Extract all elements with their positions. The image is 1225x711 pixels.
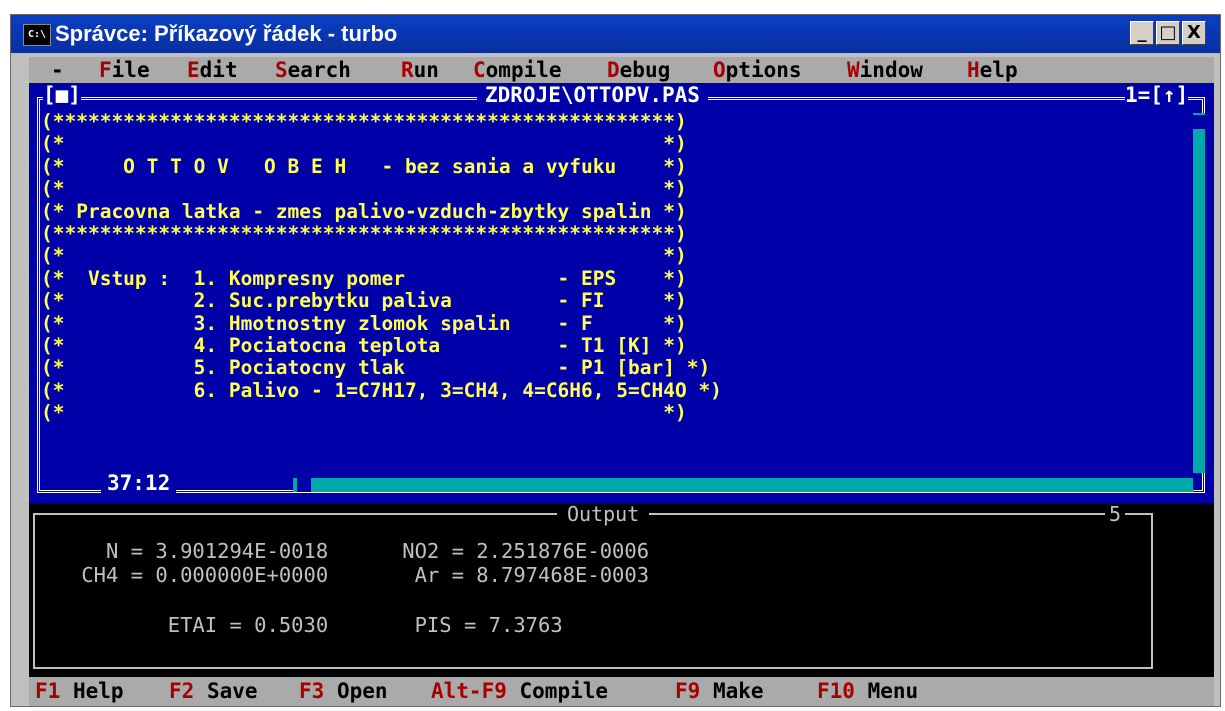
- command-prompt-icon[interactable]: C:\: [23, 24, 51, 46]
- menu-debug-hotkey: D: [607, 58, 620, 82]
- menu-compile-hotkey: C: [473, 58, 486, 82]
- menu-run-label: un: [413, 58, 439, 82]
- output-title: Output: [557, 503, 650, 525]
- minimize-button[interactable]: _: [1130, 21, 1154, 45]
- code-line: (* *): [41, 132, 687, 156]
- vertical-scroll-thumb[interactable]: [1193, 115, 1205, 129]
- status-bar: F1 Help F2 Save F3 Open Alt-F9 Compile F…: [29, 677, 1214, 706]
- menu-options-label: ptions: [725, 58, 802, 82]
- code-line: (* O T T O V O B E H - bez sania a vyfuk…: [41, 154, 687, 178]
- cursor-position: 37:12: [101, 471, 177, 495]
- status-label: Menu: [867, 679, 919, 703]
- maximize-button[interactable]: □: [1156, 21, 1180, 45]
- menu-file-label: ile: [111, 58, 150, 82]
- output-line: CH4 = 0.000000E+0000 Ar = 8.797468E-0003: [69, 563, 650, 587]
- menu-window-hotkey: W: [847, 58, 860, 82]
- output-line: N = 3.901294E-0018 NO2 = 2.251876E-0006: [69, 539, 650, 563]
- editor-window[interactable]: [■] ZDROJE\OTTOPV.PAS 1=[↑] (***********…: [29, 83, 1214, 503]
- status-altf9-compile[interactable]: Alt-F9 Compile: [431, 677, 608, 706]
- menu-compile-label: ompile: [485, 58, 562, 82]
- output-window[interactable]: Output 5 N = 3.901294E-0018 NO2 = 2.2518…: [29, 503, 1214, 677]
- menu-options-hotkey: O: [713, 58, 726, 82]
- code-line: (* Pracovna latka - zmes palivo-vzduch-z…: [41, 199, 687, 223]
- code-line: (* 3. Hmotnostny zlomok spalin - F *): [41, 311, 687, 335]
- menu-debug-label: ebug: [619, 58, 671, 82]
- status-label: Save: [206, 679, 258, 703]
- code-line: (***************************************…: [41, 222, 687, 246]
- status-f3-open[interactable]: F3 Open: [299, 677, 388, 706]
- menu-search-hotkey: S: [275, 58, 288, 82]
- code-line: (***************************************…: [41, 110, 687, 133]
- menu-search[interactable]: Search: [275, 57, 351, 83]
- output-line: ETAI = 0.5030 PIS = 7.3763: [69, 613, 563, 637]
- menu-file-hotkey: F: [99, 58, 112, 82]
- turbo-pascal-screen: - File Edit Search Run Compile Debug Opt…: [29, 57, 1214, 706]
- status-key: F3: [299, 679, 325, 703]
- status-f9-make[interactable]: F9 Make: [675, 677, 764, 706]
- editor-filename: ZDROJE\OTTOPV.PAS: [477, 83, 708, 107]
- status-key: F9: [675, 679, 701, 703]
- menu-edit[interactable]: Edit: [187, 57, 238, 83]
- menu-options[interactable]: Options: [713, 57, 802, 83]
- code-line: (* 6. Palivo - 1=C7H17, 3=CH4, 4=C6H6, 5…: [41, 378, 722, 402]
- code-line: (* *): [41, 244, 687, 268]
- output-window-number: 5: [1105, 503, 1126, 525]
- status-key: F2: [169, 679, 195, 703]
- editor-close-box[interactable]: [■]: [43, 83, 81, 107]
- code-line: (* *): [41, 177, 687, 201]
- menu-bar: - File Edit Search Run Compile Debug Opt…: [29, 57, 1214, 83]
- menu-edit-hotkey: E: [187, 58, 200, 82]
- menu-debug[interactable]: Debug: [607, 57, 670, 83]
- status-f10-menu[interactable]: F10 Menu: [817, 677, 918, 706]
- menu-help[interactable]: Help: [967, 57, 1018, 83]
- menu-edit-label: dit: [199, 58, 238, 82]
- status-label: Open: [336, 679, 388, 703]
- menu-run-hotkey: R: [401, 58, 414, 82]
- close-button[interactable]: X: [1182, 21, 1206, 45]
- code-line: (* 5. Pociatocny tlak - P1 [bar] *): [41, 356, 711, 380]
- horizontal-scrollbar[interactable]: [293, 478, 1193, 492]
- code-line: (* 2. Suc.prebytku paliva - FI *): [41, 289, 687, 313]
- code-line: (* Vstup : 1. Kompresny pomer - EPS *): [41, 266, 687, 290]
- horizontal-scroll-thumb[interactable]: [297, 478, 311, 492]
- status-label: Help: [72, 679, 124, 703]
- menu-window-label: indow: [859, 58, 923, 82]
- code-line: (* *): [41, 401, 687, 425]
- menu-compile[interactable]: Compile: [473, 57, 562, 83]
- status-f2-save[interactable]: F2 Save: [169, 677, 258, 706]
- vertical-scrollbar[interactable]: [1193, 113, 1205, 473]
- menu-help-hotkey: H: [967, 58, 980, 82]
- system-menu[interactable]: -: [51, 57, 64, 83]
- menu-window[interactable]: Window: [847, 57, 923, 83]
- status-f1-help[interactable]: F1 Help: [35, 677, 124, 706]
- output-frame: [33, 513, 1153, 669]
- status-label: Compile: [519, 679, 609, 703]
- title-bar[interactable]: C:\ Správce: Příkazový řádek - turbo _ □…: [11, 15, 1220, 53]
- console-window: C:\ Správce: Příkazový řádek - turbo _ □…: [10, 14, 1221, 707]
- menu-run[interactable]: Run: [401, 57, 439, 83]
- status-key: Alt-F9: [431, 679, 507, 703]
- status-key: F1: [35, 679, 61, 703]
- status-label: Make: [712, 679, 764, 703]
- menu-file[interactable]: File: [99, 57, 150, 83]
- menu-help-label: elp: [979, 58, 1018, 82]
- window-title: Správce: Příkazový řádek - turbo: [55, 21, 398, 46]
- status-key: F10: [817, 679, 855, 703]
- menu-search-label: earch: [287, 58, 351, 82]
- source-code[interactable]: (***************************************…: [41, 110, 722, 425]
- editor-window-number[interactable]: 1=[↑]: [1125, 83, 1189, 107]
- code-line: (* 4. Pociatocna teplota - T1 [K] *): [41, 334, 687, 358]
